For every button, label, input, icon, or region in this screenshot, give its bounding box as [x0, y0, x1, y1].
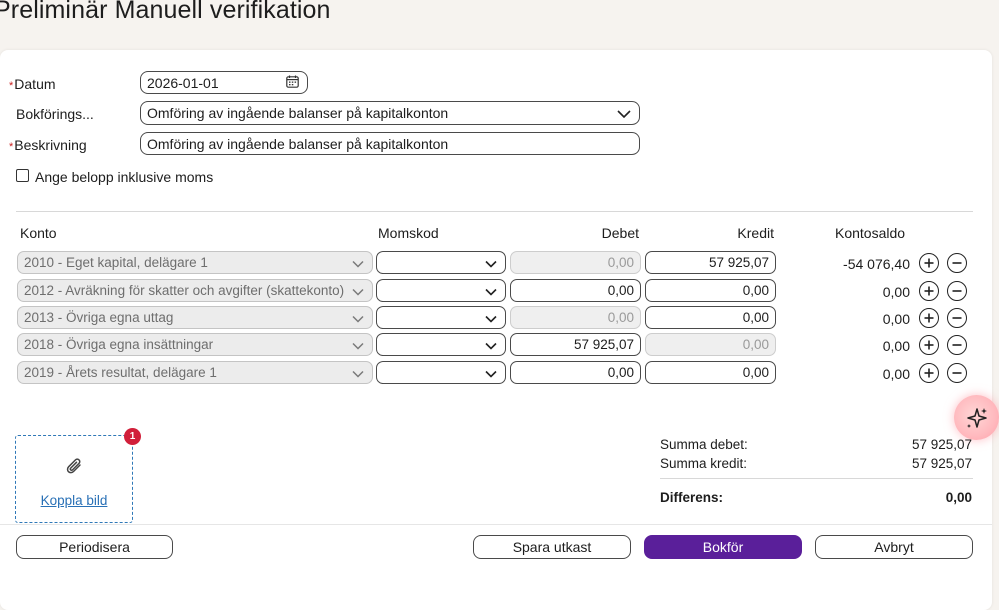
plus-icon	[924, 313, 934, 323]
chevron-down-icon	[617, 105, 631, 121]
summa-kredit-value: 57 925,07	[911, 456, 972, 471]
account-select[interactable]: 2018 - Övriga egna insättningar	[17, 333, 373, 356]
chevron-down-icon	[485, 365, 497, 380]
debet-input[interactable]: 0,00	[510, 361, 641, 384]
summa-kredit-label: Summa kredit:	[660, 456, 748, 471]
debet-input: 0,00	[510, 251, 641, 274]
kredit-input[interactable]: 0,00	[645, 306, 776, 329]
col-header-kontosaldo: Kontosaldo	[835, 225, 906, 241]
momskod-select[interactable]	[376, 361, 506, 384]
add-row-button[interactable]	[919, 253, 939, 273]
ai-assistant-button[interactable]	[954, 395, 999, 440]
account-select[interactable]: 2010 - Eget kapital, delägare 1	[17, 251, 373, 274]
account-select[interactable]: 2013 - Övriga egna uttag	[17, 306, 373, 329]
col-header-debet: Debet	[601, 225, 639, 241]
moms-checkbox-label: Ange belopp inklusive moms	[35, 169, 214, 185]
minus-icon	[952, 317, 962, 319]
momskod-select[interactable]	[376, 251, 506, 274]
attachment-count-badge: 1	[124, 428, 141, 445]
minus-icon	[952, 262, 962, 264]
chevron-down-icon	[485, 283, 497, 298]
remove-row-button[interactable]	[947, 308, 967, 328]
bokfor-button[interactable]: Bokför	[644, 535, 802, 559]
debet-input: 0,00	[510, 306, 641, 329]
spara-utkast-button[interactable]: Spara utkast	[473, 535, 631, 559]
remove-row-button[interactable]	[947, 335, 967, 355]
minus-icon	[952, 290, 962, 292]
plus-icon	[924, 340, 934, 350]
col-header-momskod: Momskod	[378, 225, 439, 241]
remove-row-button[interactable]	[947, 253, 967, 273]
datum-label: *Datum	[9, 76, 56, 92]
kontosaldo-value: 0,00	[882, 311, 910, 327]
remove-row-button[interactable]	[947, 363, 967, 383]
attachment-dropzone[interactable]	[15, 435, 133, 523]
account-select[interactable]: 2012 - Avräkning för skatter och avgifte…	[17, 279, 373, 302]
kontosaldo-value: 0,00	[882, 366, 910, 382]
moms-checkbox[interactable]	[16, 169, 29, 182]
kredit-input[interactable]: 57 925,07	[645, 251, 776, 274]
chevron-down-icon	[485, 337, 497, 352]
page-title: Preliminär Manuell verifikation	[0, 0, 331, 24]
minus-icon	[952, 372, 962, 374]
momskod-select[interactable]	[376, 279, 506, 302]
differens-value: 0,00	[945, 490, 972, 505]
sparkle-icon	[966, 407, 987, 428]
chevron-down-icon	[352, 337, 364, 352]
debet-input[interactable]: 0,00	[510, 279, 641, 302]
chevron-down-icon	[352, 310, 364, 325]
summa-debet-label: Summa debet:	[660, 437, 748, 452]
divider	[16, 211, 973, 212]
bokforing-label: Bokförings...	[16, 106, 94, 122]
momskod-select[interactable]	[376, 306, 506, 329]
col-header-kredit: Kredit	[737, 225, 774, 241]
col-header-konto: Konto	[20, 225, 57, 241]
beskrivning-input[interactable]: Omföring av ingående balanser på kapital…	[140, 132, 640, 155]
bokforing-select[interactable]: Omföring av ingående balanser på kapital…	[140, 101, 640, 125]
chevron-down-icon	[352, 255, 364, 270]
differens-label: Differens:	[660, 490, 724, 505]
kredit-input[interactable]: 0,00	[645, 361, 776, 384]
add-row-button[interactable]	[919, 308, 939, 328]
plus-icon	[924, 258, 934, 268]
chevron-down-icon	[352, 365, 364, 380]
footer-divider	[0, 524, 992, 525]
calendar-icon[interactable]	[286, 75, 299, 91]
kontosaldo-value: 0,00	[882, 284, 910, 300]
account-select[interactable]: 2019 - Årets resultat, delägare 1	[17, 361, 373, 384]
add-row-button[interactable]	[919, 281, 939, 301]
datum-field[interactable]: 2026-01-01	[140, 71, 308, 94]
debet-input[interactable]: 57 925,07	[510, 333, 641, 356]
paperclip-icon	[65, 456, 85, 483]
beskrivning-label: *Beskrivning	[9, 137, 87, 153]
periodisera-button[interactable]: Periodisera	[16, 535, 173, 559]
summa-debet-value: 57 925,07	[911, 437, 972, 452]
kontosaldo-value: -54 076,40	[843, 256, 910, 272]
summary-divider	[660, 478, 973, 479]
kredit-input[interactable]: 0,00	[645, 279, 776, 302]
momskod-select[interactable]	[376, 333, 506, 356]
chevron-down-icon	[352, 283, 364, 298]
add-row-button[interactable]	[919, 363, 939, 383]
minus-icon	[952, 344, 962, 346]
add-row-button[interactable]	[919, 335, 939, 355]
kredit-input: 0,00	[645, 333, 776, 356]
plus-icon	[924, 286, 934, 296]
plus-icon	[924, 368, 934, 378]
chevron-down-icon	[485, 310, 497, 325]
remove-row-button[interactable]	[947, 281, 967, 301]
kontosaldo-value: 0,00	[882, 338, 910, 354]
koppla-bild-link[interactable]: Koppla bild	[15, 493, 133, 508]
chevron-down-icon	[485, 255, 497, 270]
avbryt-button[interactable]: Avbryt	[815, 535, 973, 559]
